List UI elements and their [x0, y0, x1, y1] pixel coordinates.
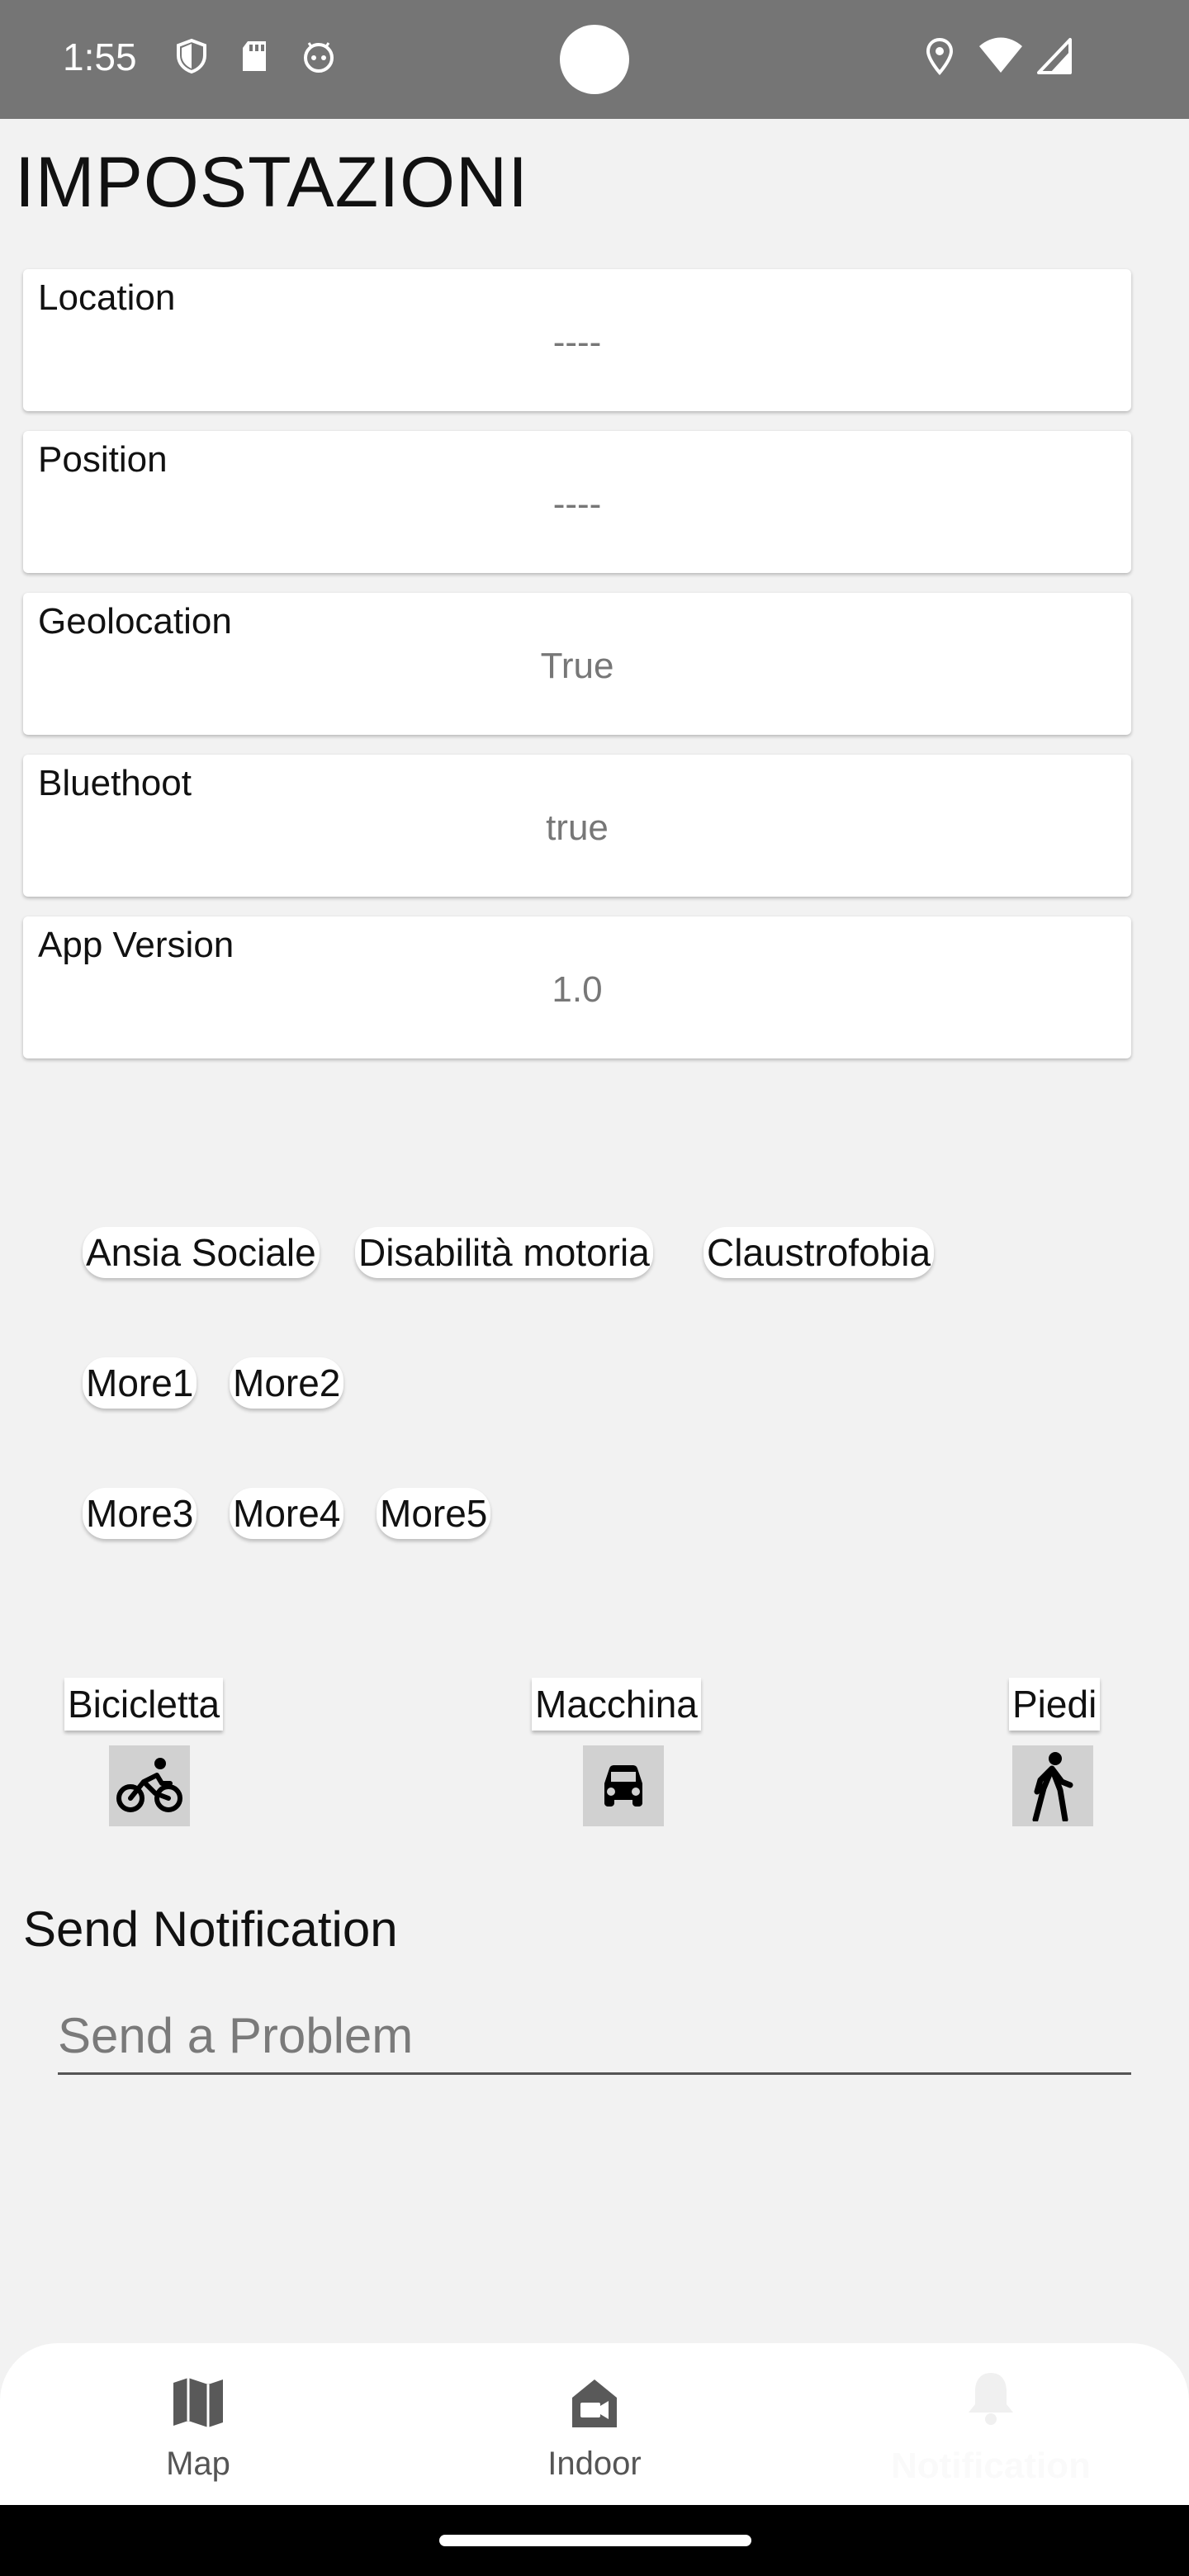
setting-card-app-version: App Version 1.0 — [23, 916, 1131, 1058]
chip-disabilita-motoria[interactable]: Disabilità motoria — [355, 1227, 653, 1278]
setting-label: Position — [38, 439, 168, 480]
home-gesture-handle[interactable] — [439, 2535, 751, 2546]
camera-cutout — [560, 25, 629, 94]
status-time: 1:55 — [63, 36, 137, 78]
transport-label-bicicletta[interactable]: Bicicletta — [64, 1678, 224, 1731]
transport-label-piedi[interactable]: Piedi — [1009, 1678, 1101, 1731]
bottom-navigation: Map Indoor Notification — [0, 2343, 1189, 2505]
location-pin-icon — [920, 36, 959, 76]
transport-label-macchina[interactable]: Macchina — [532, 1678, 701, 1731]
setting-label: Geolocation — [38, 601, 232, 642]
setting-card-bluetooth: Bluethoot true — [23, 755, 1131, 897]
nav-item-map[interactable]: Map — [0, 2343, 396, 2505]
setting-value: true — [546, 807, 609, 848]
setting-card-location: Location ---- — [23, 269, 1131, 411]
setting-value: True — [540, 646, 614, 686]
chip-more4[interactable]: More4 — [230, 1488, 344, 1539]
bell-icon — [964, 2368, 1018, 2432]
nav-label-indoor: Indoor — [547, 2446, 642, 2482]
chip-more3[interactable]: More3 — [83, 1488, 197, 1539]
nav-label-map: Map — [166, 2446, 230, 2482]
page-title: IMPOSTAZIONI — [15, 143, 528, 222]
chip-more2[interactable]: More2 — [230, 1357, 344, 1409]
nav-item-indoor[interactable]: Indoor — [396, 2343, 793, 2505]
nav-item-notification[interactable]: Notification — [793, 2343, 1189, 2505]
android-face-icon — [299, 36, 339, 76]
problem-input[interactable] — [58, 1998, 1131, 2075]
sd-card-icon — [234, 36, 274, 76]
chip-ansia-sociale[interactable]: Ansia Sociale — [83, 1227, 320, 1278]
status-bar: 1:55 — [0, 0, 1189, 119]
bicycle-icon[interactable] — [109, 1745, 190, 1826]
setting-value: 1.0 — [552, 969, 603, 1010]
gesture-nav-area — [0, 2505, 1189, 2576]
chip-claustrofobia[interactable]: Claustrofobia — [703, 1227, 935, 1278]
chip-more1[interactable]: More1 — [83, 1357, 197, 1409]
car-icon[interactable] — [583, 1745, 664, 1826]
wifi-icon — [978, 36, 1024, 76]
setting-label: Location — [38, 277, 176, 318]
shield-icon — [172, 36, 211, 76]
setting-label: App Version — [38, 925, 234, 965]
setting-card-position: Position ---- — [23, 431, 1131, 573]
map-icon — [170, 2375, 226, 2435]
nav-label-notification: Notification — [891, 2446, 1091, 2486]
chip-more5[interactable]: More5 — [377, 1488, 491, 1539]
walking-icon[interactable] — [1012, 1745, 1093, 1826]
setting-value: ---- — [552, 484, 602, 524]
send-notification-title: Send Notification — [23, 1901, 398, 1957]
setting-card-geolocation: Geolocation True — [23, 593, 1131, 735]
setting-label: Bluethoot — [38, 763, 192, 803]
cell-signal-icon — [1035, 36, 1075, 76]
indoor-camera-icon — [567, 2376, 622, 2435]
setting-value: ---- — [552, 322, 602, 362]
